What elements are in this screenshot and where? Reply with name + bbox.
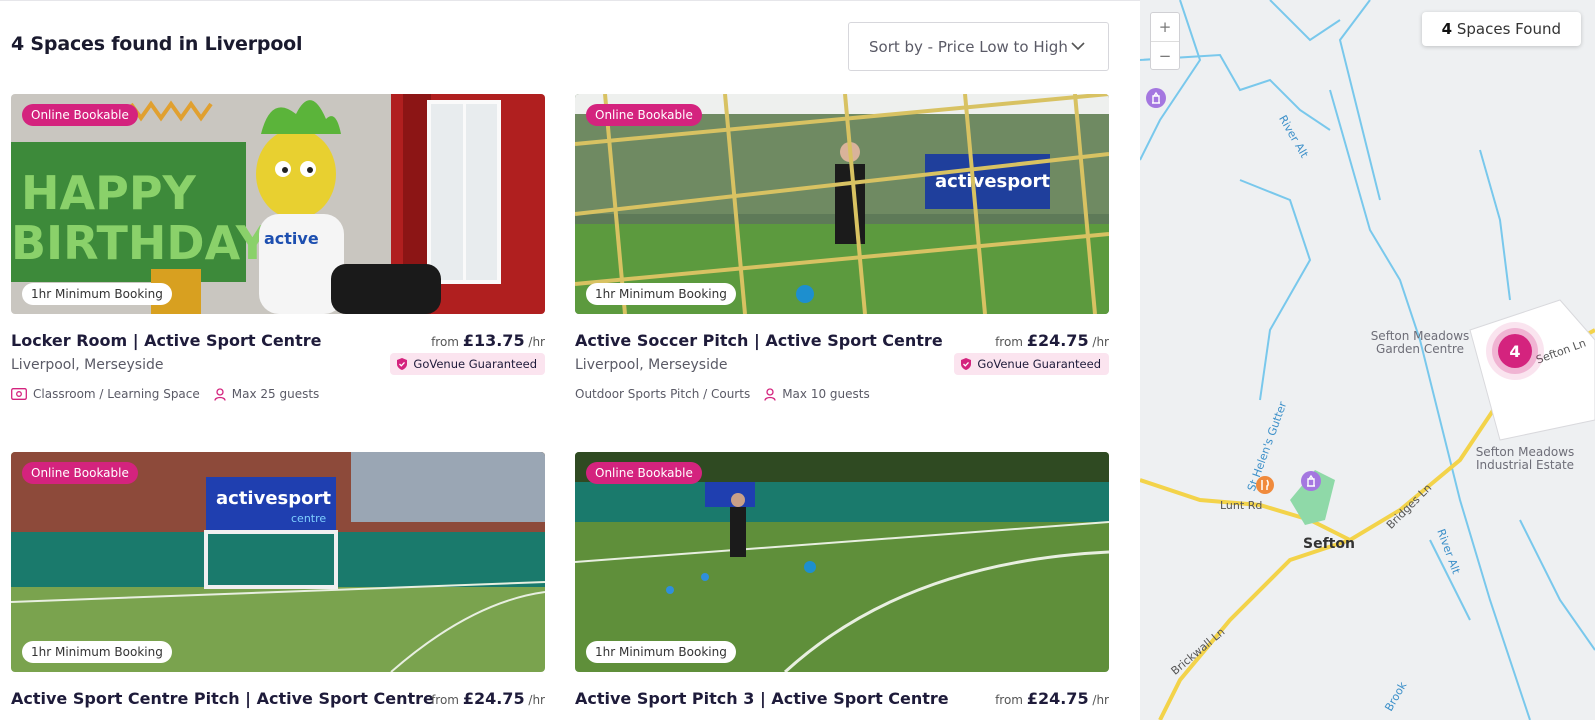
price-amount: £24.75 [1026, 331, 1089, 350]
map-panel[interactable]: + − 4 Spaces Found Sefton Meadows Garden… [1140, 0, 1595, 720]
chevron-down-icon [1071, 42, 1085, 51]
price-unit: /hr [1092, 693, 1109, 707]
landmark-poi-icon[interactable] [1145, 87, 1167, 109]
zoom-out-button[interactable]: − [1151, 41, 1179, 69]
space-type: Outdoor Sports Pitch / Courts [575, 387, 751, 401]
minimum-booking-badge: 1hr Minimum Booking [22, 641, 172, 663]
price-unit: /hr [528, 693, 545, 707]
results-title: 4 Spaces found in Liverpool [11, 33, 303, 55]
max-guests: Max 25 guests [231, 387, 320, 401]
price-amount: £13.75 [462, 331, 525, 350]
locker-room-photo: HAPPY BIRTHDAY active [11, 94, 545, 314]
listing-name[interactable]: Active Sport Centre Pitch | Active Sport… [11, 689, 434, 708]
max-guests: Max 10 guests [782, 387, 870, 401]
guests-icon [214, 387, 226, 401]
sport-centre-pitch-photo: activesport centre [11, 452, 545, 672]
space-type: Classroom / Learning Space [33, 387, 200, 401]
govenue-guaranteed-badge: GoVenue Guaranteed [954, 353, 1109, 375]
spaces-found-label: Spaces Found [1456, 20, 1561, 38]
listing-location: Liverpool, Merseyside [575, 357, 728, 373]
price-amount: £24.75 [1026, 689, 1089, 708]
guests-icon [764, 387, 776, 401]
listing-meta: Outdoor Sports Pitch / Courts Max 10 gue… [575, 387, 870, 401]
minimum-booking-badge: 1hr Minimum Booking [586, 641, 736, 663]
online-bookable-badge: Online Bookable [22, 462, 138, 484]
spaces-found-badge: 4 Spaces Found [1421, 12, 1581, 46]
price-unit: /hr [528, 335, 545, 349]
online-bookable-badge: Online Bookable [22, 104, 138, 126]
price-from: from [431, 693, 459, 707]
minimum-booking-badge: 1hr Minimum Booking [22, 283, 172, 305]
map-zoom-controls: + − [1150, 12, 1180, 70]
banner-text-birthday: BIRTHDAY [11, 216, 270, 270]
guarantee-label: GoVenue Guaranteed [413, 357, 537, 371]
sort-dropdown[interactable]: Sort by - Price Low to High [848, 22, 1109, 71]
listing-card-sport-pitch-3[interactable]: Online Bookable 1hr Minimum Booking Acti… [575, 452, 1109, 708]
listing-photo[interactable]: HAPPY BIRTHDAY active Online Bookable 1h… [11, 94, 545, 314]
landmark-poi-icon[interactable] [1300, 470, 1322, 492]
shield-check-icon [961, 358, 972, 370]
top-divider [0, 0, 1140, 1]
sign-text-centre: centre [291, 512, 326, 525]
classroom-icon [11, 388, 27, 400]
map-label-garden-centre: Sefton Meadows Garden Centre [1370, 329, 1470, 356]
listing-price: from £13.75 /hr [431, 331, 545, 350]
listing-name[interactable]: Active Soccer Pitch | Active Sport Centr… [575, 331, 943, 350]
listing-photo[interactable]: Online Bookable 1hr Minimum Booking [575, 452, 1109, 672]
listing-name[interactable]: Locker Room | Active Sport Centre [11, 331, 321, 350]
minimum-booking-badge: 1hr Minimum Booking [586, 283, 736, 305]
listing-photo[interactable]: activesport centre Online Bookable 1hr M… [11, 452, 545, 672]
sort-label: Sort by - Price Low to High [869, 37, 1068, 56]
banner-text-happy: HAPPY [21, 166, 197, 220]
sport-pitch-3-photo [575, 452, 1109, 672]
listing-price: from £24.75 /hr [995, 331, 1109, 350]
sign-text: activesport [935, 171, 1050, 192]
listing-meta: Classroom / Learning Space Max 25 guests [11, 387, 319, 401]
govenue-guaranteed-badge: GoVenue Guaranteed [390, 353, 545, 375]
online-bookable-badge: Online Bookable [586, 462, 702, 484]
restaurant-poi-icon[interactable] [1255, 475, 1275, 495]
listing-card-locker-room[interactable]: HAPPY BIRTHDAY active Online Bookable 1h… [11, 94, 545, 401]
listing-location: Liverpool, Merseyside [11, 357, 164, 373]
listing-card-soccer-pitch[interactable]: activesport Online Bookable 1hr Minimum … [575, 94, 1109, 401]
mascot-shirt-text: active [264, 229, 319, 248]
price-unit: /hr [1092, 335, 1109, 349]
spaces-found-count: 4 [1441, 20, 1453, 38]
sign-text-activesport: activesport [216, 488, 331, 509]
map-label-sefton: Sefton [1303, 536, 1355, 552]
listing-price: from £24.75 /hr [995, 689, 1109, 708]
guarantee-label: GoVenue Guaranteed [977, 357, 1101, 371]
price-amount: £24.75 [462, 689, 525, 708]
price-from: from [995, 335, 1023, 349]
map-label-industrial-estate: Sefton Meadows Industrial Estate [1475, 445, 1575, 472]
soccer-pitch-photo: activesport [575, 94, 1109, 314]
listing-name[interactable]: Active Sport Pitch 3 | Active Sport Cent… [575, 689, 949, 708]
listing-price: from £24.75 /hr [431, 689, 545, 708]
price-from: from [995, 693, 1023, 707]
price-from: from [431, 335, 459, 349]
listing-card-sport-centre-pitch[interactable]: activesport centre Online Bookable 1hr M… [11, 452, 545, 708]
shield-check-icon [397, 358, 408, 370]
online-bookable-badge: Online Bookable [586, 104, 702, 126]
listing-photo[interactable]: activesport Online Bookable 1hr Minimum … [575, 94, 1109, 314]
map-cluster-marker[interactable]: 4 [1498, 334, 1532, 368]
map-label-lunt-rd: Lunt Rd [1220, 499, 1263, 512]
zoom-in-button[interactable]: + [1151, 13, 1179, 41]
